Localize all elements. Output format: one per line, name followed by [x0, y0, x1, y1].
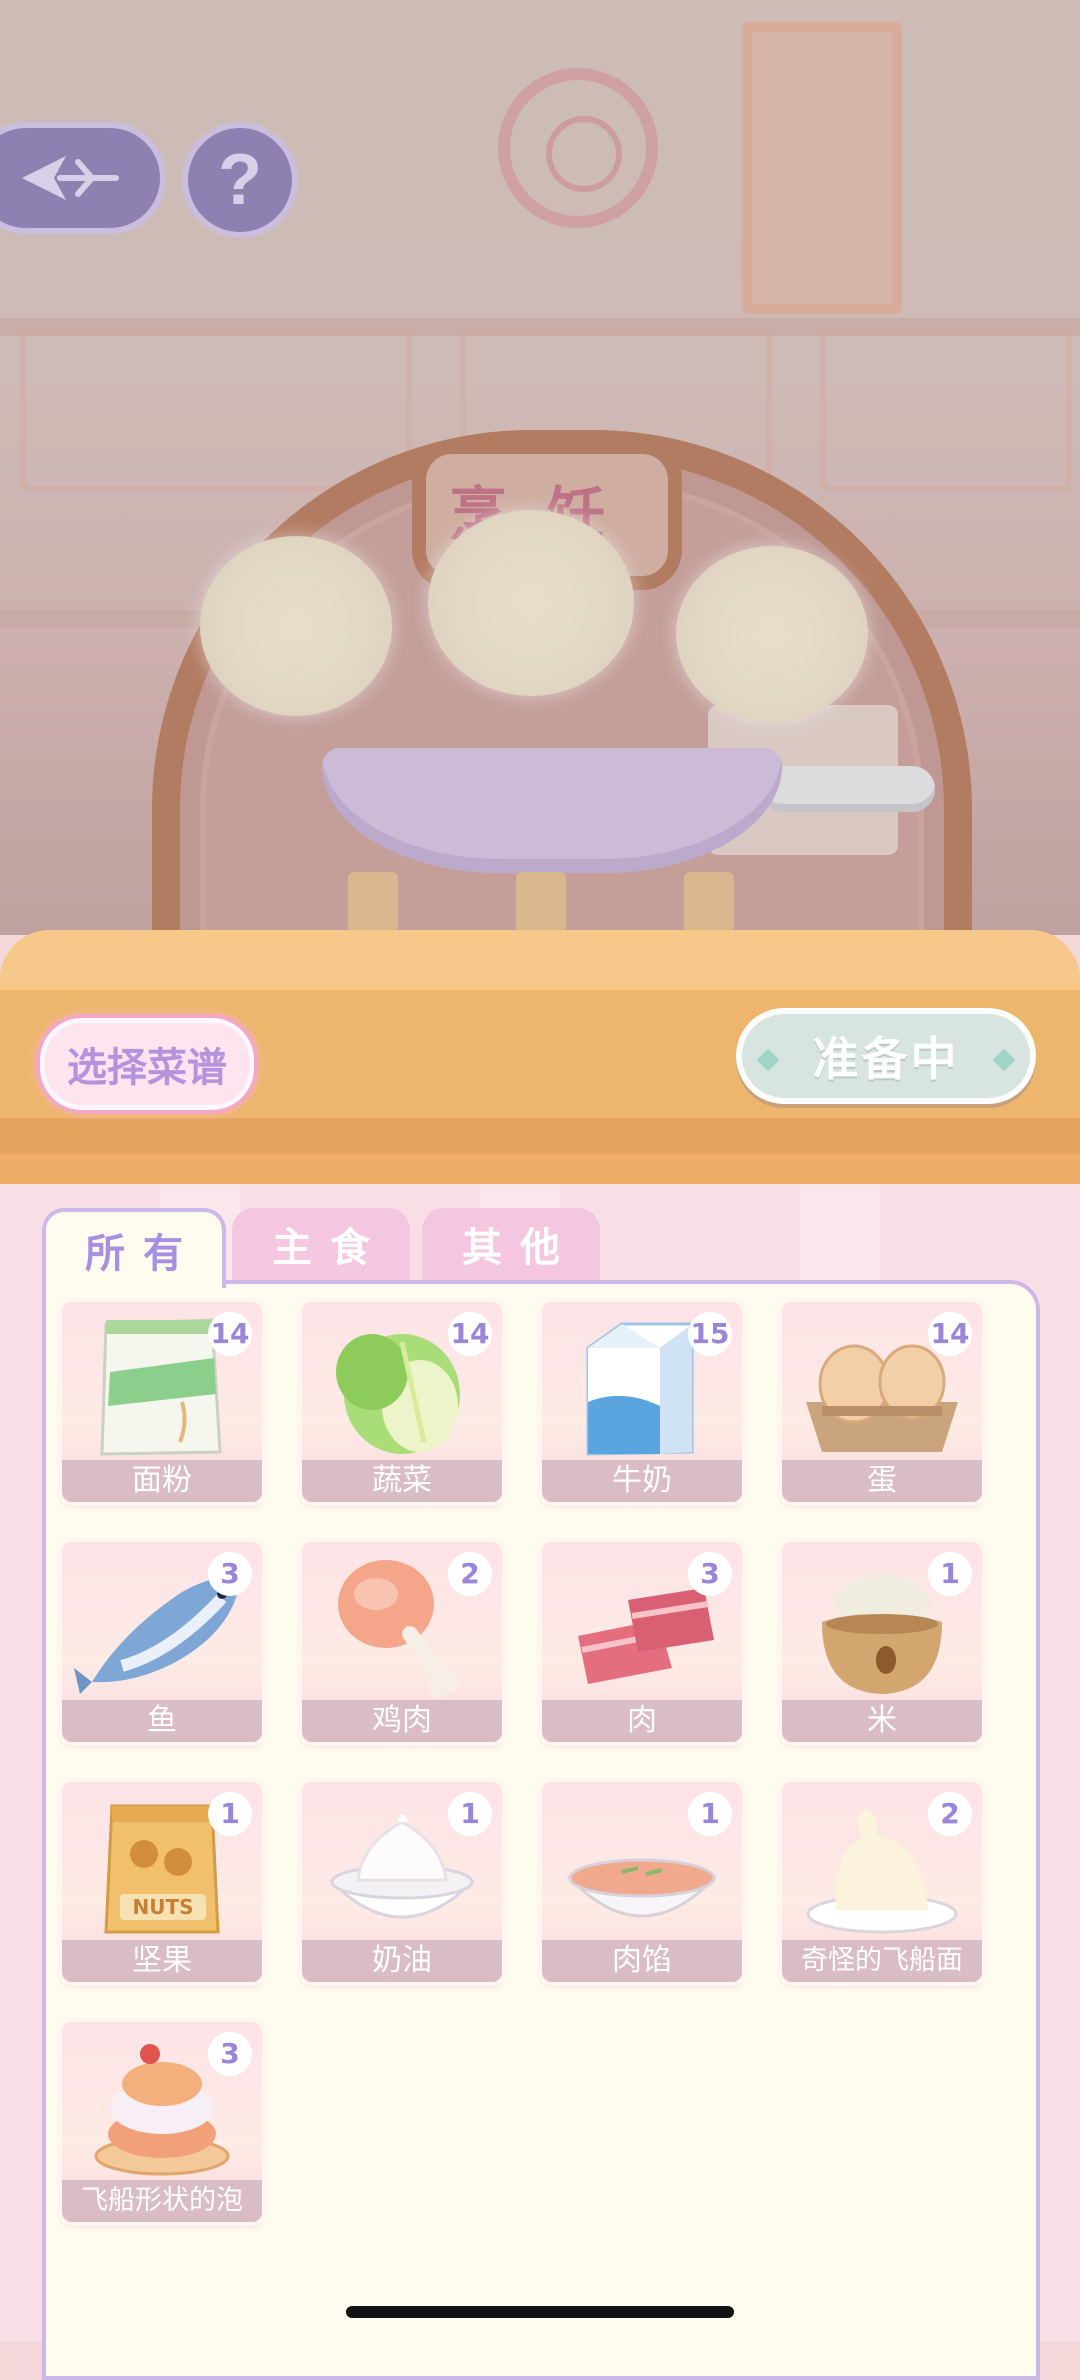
- item-count-badge: 1: [448, 1792, 492, 1836]
- ingredient-item[interactable]: 14 面粉: [62, 1302, 262, 1502]
- home-indicator[interactable]: [346, 2306, 734, 2318]
- select-recipe-button[interactable]: 选择菜谱: [40, 1018, 254, 1110]
- diamond-icon: [992, 1048, 1016, 1072]
- ingredient-item[interactable]: 2 奇怪的飞船面: [782, 1782, 982, 1982]
- tab-all-label: 所有: [85, 1231, 201, 1277]
- tab-staple-food-label: 主食: [272, 1225, 388, 1271]
- item-name: 鸡肉: [302, 1700, 502, 1742]
- item-count-badge: 2: [928, 1792, 972, 1836]
- ingredient-item[interactable]: 1 米: [782, 1542, 982, 1742]
- item-name: 奶油: [302, 1940, 502, 1982]
- tab-other[interactable]: 其他: [422, 1208, 600, 1280]
- item-name: 肉: [542, 1700, 742, 1742]
- item-name: 面粉: [62, 1460, 262, 1502]
- item-name: 坚果: [62, 1940, 262, 1982]
- item-count-badge: 1: [688, 1792, 732, 1836]
- item-count-badge: 14: [208, 1312, 252, 1356]
- item-name: 奇怪的飞船面: [782, 1940, 982, 1982]
- kitchen-scene: 烹饪: [0, 0, 1080, 935]
- item-count-badge: 3: [688, 1552, 732, 1596]
- back-arrow-icon: [22, 156, 119, 200]
- ingredient-item[interactable]: NUTS 1 坚果: [62, 1782, 262, 1982]
- item-count-badge: 14: [928, 1312, 972, 1356]
- nuts-bag-text: NUTS: [132, 1895, 193, 1919]
- ingredient-item[interactable]: 2 鸡肉: [302, 1542, 502, 1742]
- scene-dim-overlay: [0, 0, 1080, 935]
- counter-top: [0, 930, 1080, 990]
- item-name: 牛奶: [542, 1460, 742, 1502]
- item-name: 蛋: [782, 1460, 982, 1502]
- select-recipe-label: 选择菜谱: [67, 1045, 227, 1091]
- help-button[interactable]: ?: [182, 122, 298, 238]
- ingredient-item[interactable]: 1 肉馅: [542, 1782, 742, 1982]
- item-count-badge: 1: [928, 1552, 972, 1596]
- item-name: 米: [782, 1700, 982, 1742]
- counter-bottom: [0, 1154, 1080, 1184]
- ingredient-item[interactable]: 14 蔬菜: [302, 1302, 502, 1502]
- item-name: 鱼: [62, 1700, 262, 1742]
- preparing-status-label: 准备中: [812, 1032, 960, 1086]
- ingredient-item[interactable]: 1 奶油: [302, 1782, 502, 1982]
- item-count-badge: 3: [208, 1552, 252, 1596]
- item-count-badge: 3: [208, 2032, 252, 2076]
- preparing-status-button[interactable]: 准备中: [736, 1008, 1036, 1104]
- tab-other-label: 其他: [462, 1225, 578, 1271]
- tab-all[interactable]: 所有: [42, 1208, 226, 1288]
- counter-band: [0, 1118, 1080, 1154]
- item-name: 蔬菜: [302, 1460, 502, 1502]
- item-count-badge: 14: [448, 1312, 492, 1356]
- help-icon: ?: [218, 140, 262, 220]
- ingredient-item[interactable]: 3 鱼: [62, 1542, 262, 1742]
- ingredient-item[interactable]: 15 牛奶: [542, 1302, 742, 1502]
- ingredient-item[interactable]: 3 肉: [542, 1542, 742, 1742]
- back-button[interactable]: [0, 122, 166, 234]
- item-count-badge: 15: [688, 1312, 732, 1356]
- ingredient-item[interactable]: 3 飞船形状的泡: [62, 2022, 262, 2222]
- item-name: 肉馅: [542, 1940, 742, 1982]
- item-count-badge: 2: [448, 1552, 492, 1596]
- item-name: 飞船形状的泡: [62, 2180, 262, 2222]
- diamond-icon: [756, 1048, 780, 1072]
- tab-staple-food[interactable]: 主食: [232, 1208, 410, 1280]
- ingredient-item[interactable]: 14 蛋: [782, 1302, 982, 1502]
- item-count-badge: 1: [208, 1792, 252, 1836]
